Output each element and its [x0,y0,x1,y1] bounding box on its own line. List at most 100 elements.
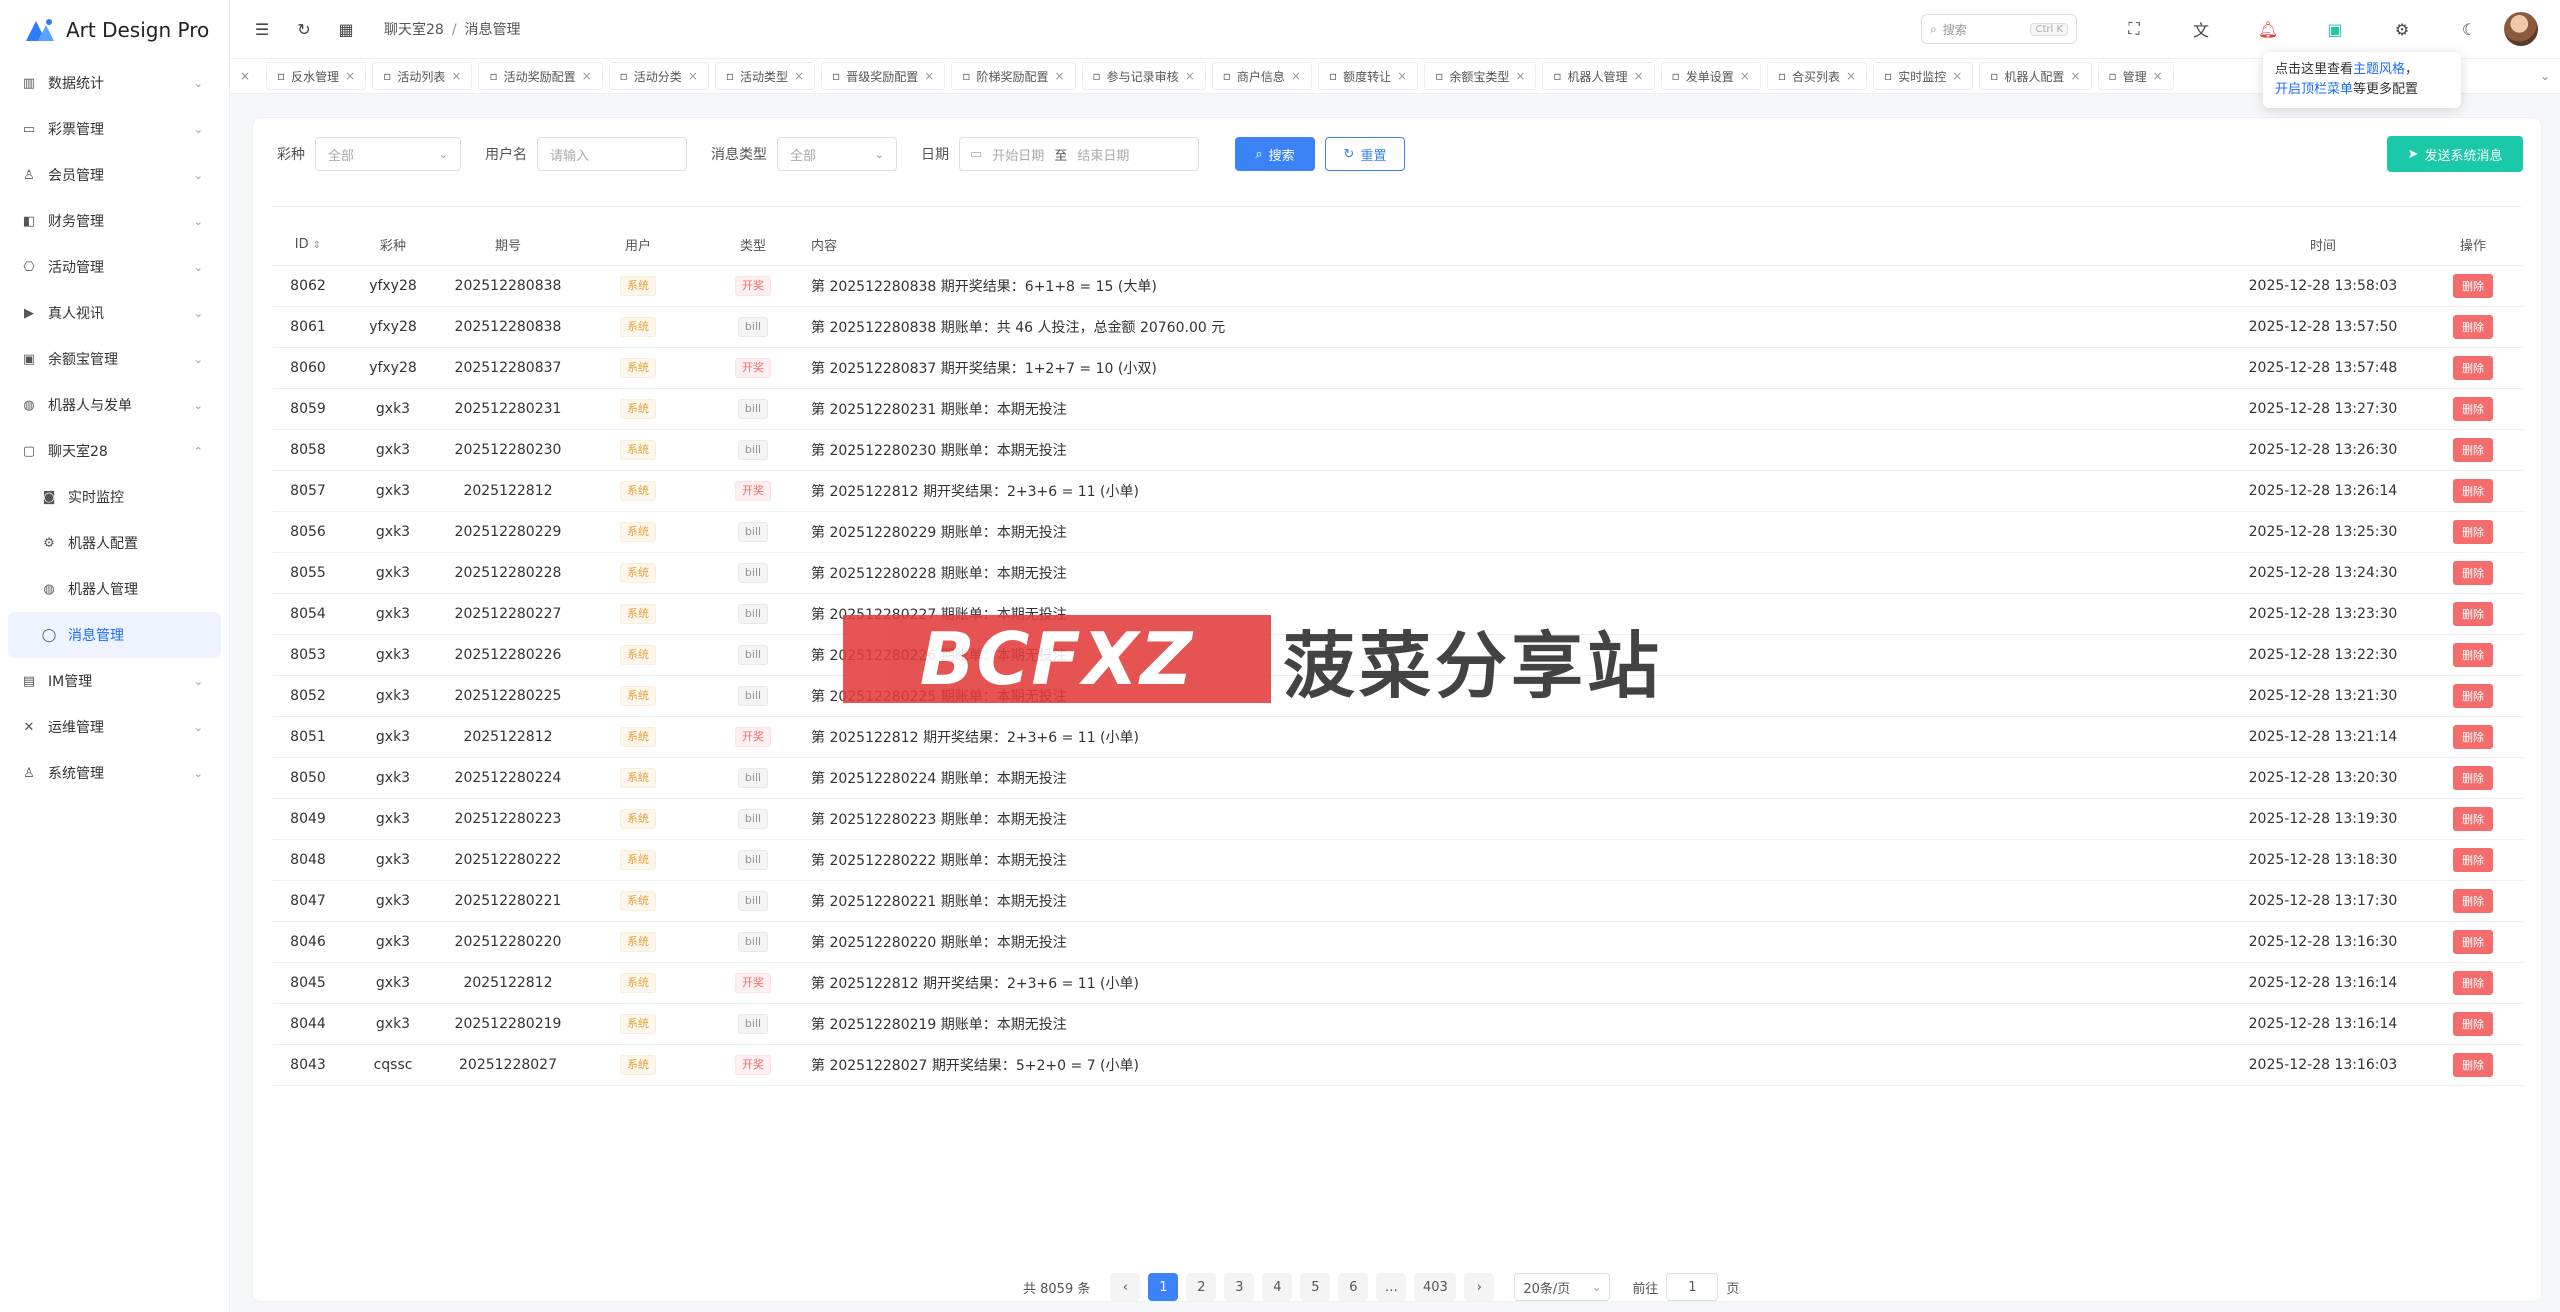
reset-button[interactable]: ↻ 重置 [1325,137,1405,171]
delete-button[interactable]: 删除 [2453,1011,2493,1036]
close-icon[interactable]: × [1634,69,1644,83]
menu-toggle-icon[interactable]: ☰ [252,19,272,39]
lottery-select[interactable]: 全部 ⌄ [315,137,461,171]
close-icon[interactable]: × [451,69,461,83]
settings-gear-icon[interactable]: ⚙︎ [2392,19,2412,39]
page-number-button[interactable]: 6 [1338,1273,1369,1301]
tab-item[interactable]: ▫ 余额宝类型 × [1424,62,1537,90]
tab-item[interactable]: ▫ 合买列表 × [1766,62,1868,90]
tab-item[interactable]: ▫ 发单设置 × [1660,62,1761,90]
close-icon[interactable]: × [924,69,934,83]
translate-icon[interactable]: 文 [2191,19,2211,40]
close-icon[interactable]: × [688,69,698,83]
sidebar-item-sidebar-items-8[interactable]: ▢ 聊天室28 ⌃ [0,428,229,474]
sidebar-item-sidebar-sub_items-1[interactable]: ⚙︎ 机器人配置 [0,520,229,566]
message-type-select[interactable]: 全部 ⌄ [777,137,897,171]
delete-button[interactable]: 删除 [2453,806,2493,831]
delete-button[interactable]: 删除 [2453,683,2493,708]
goto-page-input[interactable]: 1 [1666,1273,1719,1301]
tabs-scroll-left-icon[interactable]: × [230,69,260,83]
page-number-button[interactable]: 5 [1300,1273,1331,1301]
breadcrumb-item-parent[interactable]: 聊天室28 [384,22,444,38]
close-icon[interactable]: × [345,69,355,83]
tab-item[interactable]: ▫ 活动列表 × [372,62,473,90]
sidebar-item-sidebar-items-7[interactable]: ◍ 机器人与发单 ⌄ [0,382,229,428]
sidebar-item-sidebar-items-0[interactable]: ▥ 数据统计 ⌄ [0,60,229,106]
sidebar-item-sidebar-items-5[interactable]: ▶ 真人视讯 ⌄ [0,290,229,336]
fullscreen-icon[interactable]: ⛶ [2124,19,2144,39]
delete-button[interactable]: 删除 [2453,355,2493,380]
delete-button[interactable]: 删除 [2453,519,2493,544]
delete-button[interactable]: 删除 [2453,601,2493,626]
chat-icon[interactable]: ▣ [2325,19,2345,39]
tabs-menu-chevron-icon[interactable]: ⌄ [2530,69,2560,83]
tab-item[interactable]: ▫ 活动奖励配置 × [478,62,603,90]
close-icon[interactable]: × [2070,69,2080,83]
close-icon[interactable]: × [1740,69,1750,83]
close-icon[interactable]: × [582,69,592,83]
delete-button[interactable]: 删除 [2453,1052,2493,1077]
sidebar-item-sidebar-items-3[interactable]: ◧ 财务管理 ⌄ [0,198,229,244]
page-number-button[interactable]: 4 [1262,1273,1293,1301]
delete-button[interactable]: 删除 [2453,396,2493,421]
sidebar-item-sidebar-items-2[interactable]: ♙ 会员管理 ⌄ [0,152,229,198]
date-range-picker[interactable]: ▭ 开始日期 至 结束日期 [959,137,1199,171]
tab-item[interactable]: ▫ 额度转让 × [1317,62,1419,90]
search-button[interactable]: ⌕ 搜索 [1235,137,1315,171]
close-icon[interactable]: × [794,69,804,83]
delete-button[interactable]: 删除 [2453,437,2493,462]
user-avatar[interactable] [2504,12,2538,46]
app-logo[interactable]: Art Design Pro [0,0,229,60]
tab-item[interactable]: ▫ 实时监控 × [1873,62,1974,90]
close-icon[interactable]: × [1185,69,1195,83]
delete-button[interactable]: 删除 [2453,970,2493,995]
sidebar-item-sidebar-items-6[interactable]: ▣ 余额宝管理 ⌄ [0,336,229,382]
page-number-button[interactable]: 2 [1186,1273,1217,1301]
delete-button[interactable]: 删除 [2453,273,2493,298]
close-icon[interactable]: × [1054,69,1064,83]
sidebar-item-sidebar-sub_items-0[interactable]: ◙ 实时监控 [0,474,229,520]
close-icon[interactable]: × [2153,69,2163,83]
tooltip-topbar-link[interactable]: 开启顶栏菜单 [2275,82,2353,97]
tab-item[interactable]: ▫ 商户信息 × [1211,62,1312,90]
dark-mode-moon-icon[interactable]: ☾ [2459,19,2479,39]
global-search-input[interactable]: ⌕ 搜索 Ctrl K [1921,14,2077,44]
delete-button[interactable]: 删除 [2453,724,2493,749]
delete-button[interactable]: 删除 [2453,642,2493,667]
tab-item[interactable]: ▫ 阶梯奖励配置 × [951,62,1076,90]
sidebar-item-sidebar-items_after-2[interactable]: ♙ 系统管理 ⌄ [0,750,229,796]
sidebar-item-sidebar-items_after-0[interactable]: ▤ IM管理 ⌄ [0,658,229,704]
notification-bell-icon[interactable]: 🔔︎ [2258,19,2278,39]
send-system-message-button[interactable]: ➤ 发送系统消息 [2387,136,2523,172]
delete-button[interactable]: 删除 [2453,478,2493,503]
tab-item[interactable]: ▫ 参与记录审核 × [1081,62,1206,90]
apps-grid-icon[interactable]: ▦ [336,19,356,39]
delete-button[interactable]: 删除 [2453,560,2493,585]
sidebar-item-sidebar-items-4[interactable]: ⎔ 活动管理 ⌄ [0,244,229,290]
tab-item[interactable]: ▫ 晋级奖励配置 × [821,62,946,90]
tab-item[interactable]: ▫ 机器人配置 × [1979,62,2092,90]
tab-item[interactable]: ▫ 活动类型 × [714,62,816,90]
refresh-icon[interactable]: ↻ [294,19,314,39]
next-page-chevron-icon[interactable]: › [1464,1273,1495,1301]
sidebar-item-sidebar-sub_items-2[interactable]: ◍ 机器人管理 [0,566,229,612]
close-icon[interactable]: × [1952,69,1962,83]
more-pages-ellipsis[interactable]: … [1376,1273,1407,1301]
sidebar-item-sidebar-items_after-1[interactable]: ✕ 运维管理 ⌄ [0,704,229,750]
tooltip-theme-link[interactable]: 主题风格 [2353,62,2405,77]
tab-item[interactable]: ▫ 反水管理 × [266,62,367,90]
delete-button[interactable]: 删除 [2453,929,2493,954]
page-number-button[interactable]: 3 [1224,1273,1255,1301]
tab-item[interactable]: ▫ 活动分类 × [608,62,709,90]
tab-item[interactable]: ▫ 管理 × [2097,62,2174,90]
close-icon[interactable]: × [1291,69,1301,83]
close-icon[interactable]: × [1397,69,1407,83]
close-icon[interactable]: × [1846,69,1856,83]
sidebar-item-sidebar-items-1[interactable]: ▭ 彩票管理 ⌄ [0,106,229,152]
page-size-select[interactable]: 20条/页 ⌄ [1514,1273,1611,1301]
sidebar-item-sidebar-sub_items-3[interactable]: ◯ 消息管理 [8,612,221,658]
delete-button[interactable]: 删除 [2453,888,2493,913]
delete-button[interactable]: 删除 [2453,847,2493,872]
username-input[interactable]: 请输入 [537,137,687,171]
delete-button[interactable]: 删除 [2453,314,2493,339]
